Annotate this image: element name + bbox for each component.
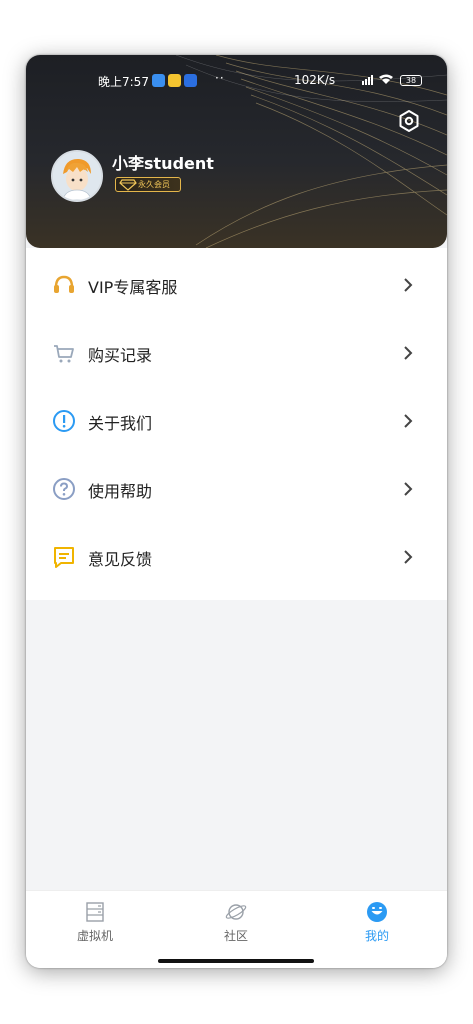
chat-app-icon	[184, 74, 197, 87]
signal-wifi-icon	[362, 74, 393, 85]
tab-community[interactable]: 社区	[186, 901, 286, 951]
chevron-right-icon	[404, 482, 413, 496]
bottom-tab-bar: 虚拟机 社区 我的	[26, 890, 447, 968]
menu-item-about-us[interactable]: 关于我们	[26, 387, 447, 455]
tab-virtual-machine[interactable]: 虚拟机	[45, 901, 145, 951]
menu-item-label: 关于我们	[88, 414, 153, 433]
vip-badge: 永久会员	[115, 177, 181, 192]
cart-icon	[54, 345, 74, 363]
avatar-image	[53, 152, 101, 200]
menu-item-feedback[interactable]: 意见反馈	[26, 523, 447, 591]
menu-item-vip-service[interactable]: VIP专属客服	[26, 251, 447, 319]
help-icon	[53, 478, 75, 500]
notification-icons	[152, 74, 197, 87]
vip-badge-label: 永久会员	[138, 180, 170, 189]
chevron-right-icon	[404, 278, 413, 292]
battery-indicator: 38	[400, 75, 422, 86]
feedback-icon	[54, 547, 74, 568]
chevron-right-icon	[404, 346, 413, 360]
tab-mine[interactable]: 我的	[327, 901, 427, 951]
profile-header: 晚上7:57 ·· 102K/s 38 小李student 永久会员	[26, 55, 447, 248]
smile-icon	[367, 902, 387, 922]
telegram-icon	[168, 74, 181, 87]
chevron-right-icon	[404, 414, 413, 428]
username: 小李student	[112, 154, 214, 173]
menu-item-label: 购买记录	[88, 346, 153, 365]
status-time: 晚上7:57	[98, 75, 149, 89]
tab-label: 我的	[364, 929, 389, 943]
menu-list: VIP专属客服 购买记录 关于我们 使用帮助 意见反馈	[26, 248, 447, 600]
server-icon	[86, 902, 104, 922]
more-notifications: ··	[215, 71, 225, 85]
home-indicator[interactable]	[158, 959, 314, 963]
settings-icon[interactable]	[397, 109, 421, 133]
menu-item-purchase-history[interactable]: 购买记录	[26, 319, 447, 387]
menu-item-label: VIP专属客服	[88, 278, 178, 297]
menu-item-help[interactable]: 使用帮助	[26, 455, 447, 523]
planet-icon	[225, 904, 247, 920]
tab-label: 社区	[223, 929, 248, 943]
system-icons	[362, 73, 396, 85]
tab-label: 虚拟机	[76, 929, 113, 943]
headset-icon	[54, 275, 74, 293]
app-notification-icon	[152, 74, 165, 87]
phone-screen: 晚上7:57 ·· 102K/s 38 小李student 永久会员 VIP专属…	[26, 55, 447, 968]
network-speed: 102K/s	[294, 73, 336, 87]
menu-item-label: 使用帮助	[88, 482, 153, 501]
menu-item-label: 意见反馈	[88, 550, 153, 569]
diamond-icon	[119, 179, 137, 191]
info-icon	[53, 410, 75, 432]
chevron-right-icon	[404, 550, 413, 564]
avatar[interactable]	[51, 150, 103, 202]
status-bar: 晚上7:57 ·· 102K/s 38	[26, 71, 447, 91]
